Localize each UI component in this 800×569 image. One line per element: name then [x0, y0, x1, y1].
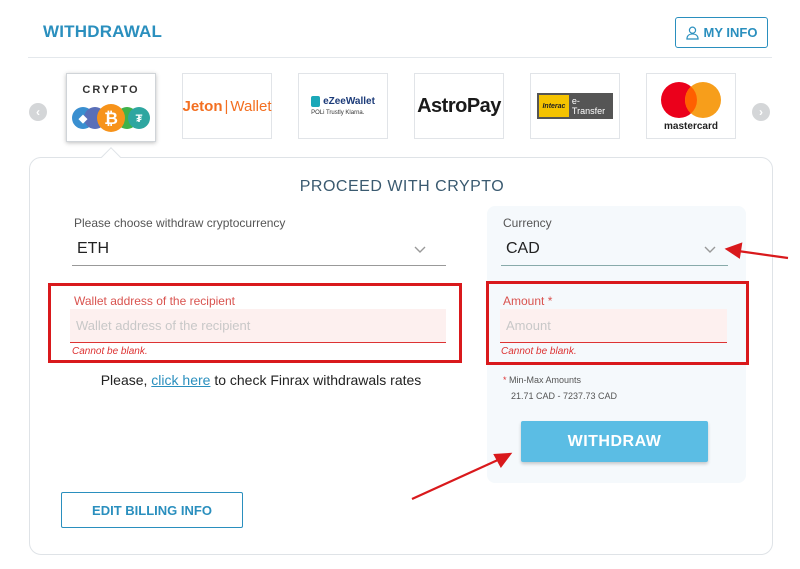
user-icon — [685, 26, 699, 40]
my-info-button[interactable]: MY INFO — [675, 17, 768, 48]
method-interac[interactable]: Interac e-Transfer — [530, 73, 620, 139]
method-jeton[interactable]: Jeton | Wallet — [182, 73, 272, 139]
currency-select-label: Currency — [503, 216, 552, 230]
ezeewallet-icon — [311, 96, 321, 107]
svg-text:₿: ₿ — [104, 109, 118, 128]
crypto-label: CRYPTO — [82, 84, 140, 96]
annotation-frame-wallet — [48, 283, 462, 363]
crypto-coins-icon: ₿ ◆ ₮ — [72, 103, 150, 132]
mastercard-icon — [661, 81, 721, 118]
mastercard-logo: mastercard — [655, 81, 727, 132]
rates-link[interactable]: click here — [151, 372, 210, 388]
panel-title: PROCEED WITH CRYPTO — [299, 178, 505, 195]
method-ezeewallet[interactable]: eZeeWallet POLi Trustly Klarna. — [298, 73, 388, 139]
astropay-logo: AstroPay — [417, 94, 501, 117]
carousel-next-icon[interactable]: › — [752, 103, 770, 121]
crypto-select-underline — [72, 265, 446, 266]
crypto-select-value[interactable]: ETH — [77, 240, 109, 258]
edit-billing-button[interactable]: EDIT BILLING INFO — [61, 492, 243, 528]
jeton-logo: Jeton | Wallet — [182, 97, 272, 115]
withdraw-button[interactable]: WITHDRAW — [521, 421, 708, 462]
svg-text:◆: ◆ — [78, 113, 88, 125]
chevron-down-icon[interactable] — [704, 244, 716, 256]
my-info-label: MY INFO — [703, 25, 758, 40]
rates-note: Please, click here to check Finrax withd… — [100, 372, 422, 388]
currency-select-value[interactable]: CAD — [506, 240, 540, 258]
carousel-prev-icon[interactable]: ‹ — [29, 103, 47, 121]
page-header: WITHDRAWAL MY INFO — [28, 0, 772, 58]
minmax-range: 21.71 CAD - 7237.73 CAD — [511, 391, 618, 401]
chevron-down-icon[interactable] — [414, 244, 426, 256]
minmax-label: * Min-Max Amounts — [503, 375, 582, 385]
ezeewallet-logo: eZeeWallet POLi Trustly Klarna. — [311, 96, 375, 116]
svg-text:₮: ₮ — [136, 113, 143, 125]
currency-select-underline — [501, 265, 728, 266]
page-title: WITHDRAWAL — [43, 22, 163, 41]
method-crypto[interactable]: CRYPTO ₿ ◆ ₮ — [66, 73, 156, 142]
interac-logo: Interac e-Transfer — [537, 93, 613, 119]
payment-methods: CRYPTO ₿ ◆ ₮ Jeton | Wallet eZeeWallet POL… — [66, 73, 746, 143]
method-mastercard[interactable]: mastercard — [646, 73, 736, 139]
method-astropay[interactable]: AstroPay — [414, 73, 504, 139]
annotation-frame-amount — [486, 281, 749, 365]
crypto-select-label: Please choose withdraw cryptocurrency — [74, 216, 286, 230]
